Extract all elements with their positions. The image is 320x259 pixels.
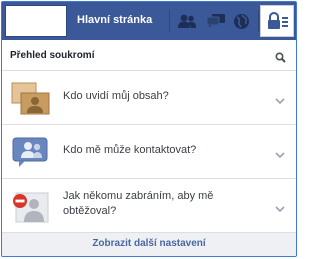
privacy-item-label: Kdo uvidí můj obsah? [63,90,169,102]
chevron-down-icon [275,200,285,218]
chevron-down-icon [275,146,285,164]
notifications-globe-icon[interactable] [233,13,250,35]
privacy-shortcuts-window: Hlavní stránka Přehled soukromí Kdo uvid… [1,1,297,257]
privacy-shortcuts-panel: Přehled soukromí Kdo uvidí můj obsah? Kd… [2,40,296,256]
privacy-shortcuts-icon[interactable] [260,5,294,37]
home-link[interactable]: Hlavní stránka [77,14,152,26]
content-visibility-icon [11,82,51,120]
privacy-item-label: Kdo mě může kontaktovat? [63,144,197,156]
contact-icon [11,136,51,174]
see-more-settings-link[interactable]: Zobrazit další nastavení [92,238,205,249]
friend-requests-icon[interactable] [177,13,197,34]
nav-divider [258,10,259,32]
nav-divider [169,10,170,32]
privacy-item-block-someone[interactable]: Jak někomu zabráním, aby mě obtěžoval? [2,179,296,233]
search-icon[interactable] [275,50,286,68]
panel-title: Přehled soukromí [10,50,95,61]
search-input[interactable] [5,5,67,37]
privacy-item-label: Jak někomu zabráním, aby mě obtěžoval? [63,190,214,217]
privacy-item-who-can-contact[interactable]: Kdo mě může kontaktovat? [2,125,296,179]
chevron-down-icon [275,92,285,110]
block-user-icon [11,190,51,228]
panel-header: Přehled soukromí [2,40,296,71]
top-navigation-bar: Hlavní stránka [2,2,296,40]
privacy-item-who-can-see[interactable]: Kdo uvidí můj obsah? [2,71,296,125]
messages-icon[interactable] [206,13,226,34]
panel-footer: Zobrazit další nastavení [2,233,296,256]
